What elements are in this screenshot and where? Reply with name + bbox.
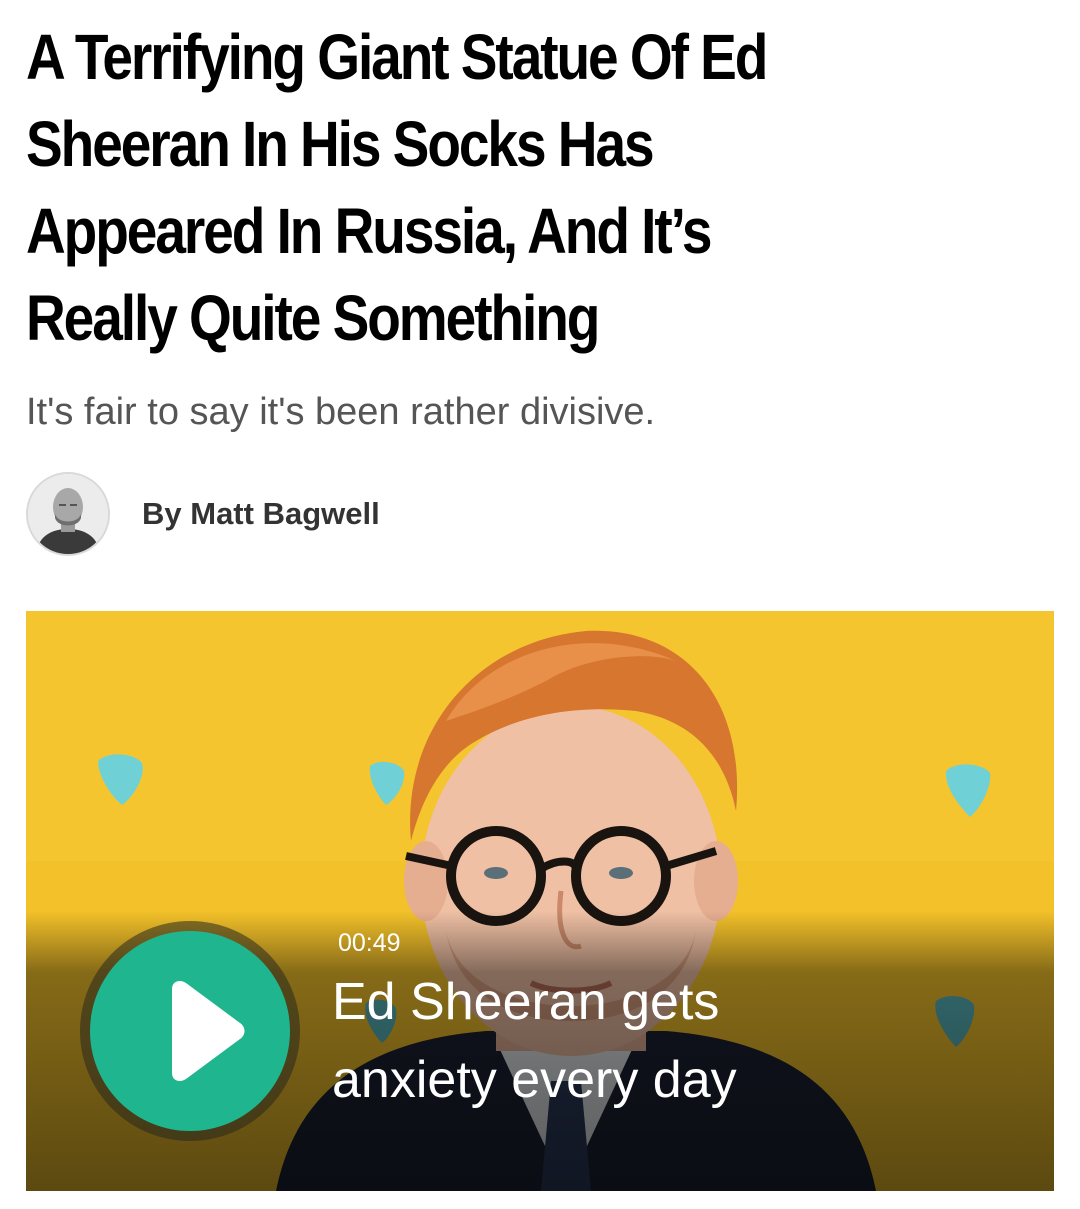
headline-line: Really Quite Something [26, 282, 600, 354]
play-button-circle[interactable] [90, 931, 290, 1131]
video-player[interactable]: 00:49 Ed Sheeran gets anxiety every day [26, 611, 1054, 1191]
play-button[interactable] [80, 921, 300, 1141]
article-dek: It's fair to say it's been rather divisi… [26, 391, 656, 433]
play-icon [172, 981, 245, 1081]
author-avatar[interactable] [26, 472, 110, 556]
author-name[interactable]: By Matt Bagwell [142, 496, 380, 532]
byline: By Matt Bagwell [26, 472, 380, 556]
video-title-line: anxiety every day [332, 1051, 737, 1109]
video-title: Ed Sheeran gets anxiety every day [332, 963, 932, 1119]
video-duration: 00:49 [338, 929, 401, 957]
video-title-line: Ed Sheeran gets [332, 973, 720, 1031]
headline-line: Appeared In Russia, And It’s [26, 195, 712, 267]
headline-line: Sheeran In His Socks Has [26, 108, 655, 180]
headline-line: A Terrifying Giant Statue Of Ed [26, 21, 768, 93]
article-headline: A Terrifying Giant Statue Of Ed Sheeran … [26, 14, 912, 362]
